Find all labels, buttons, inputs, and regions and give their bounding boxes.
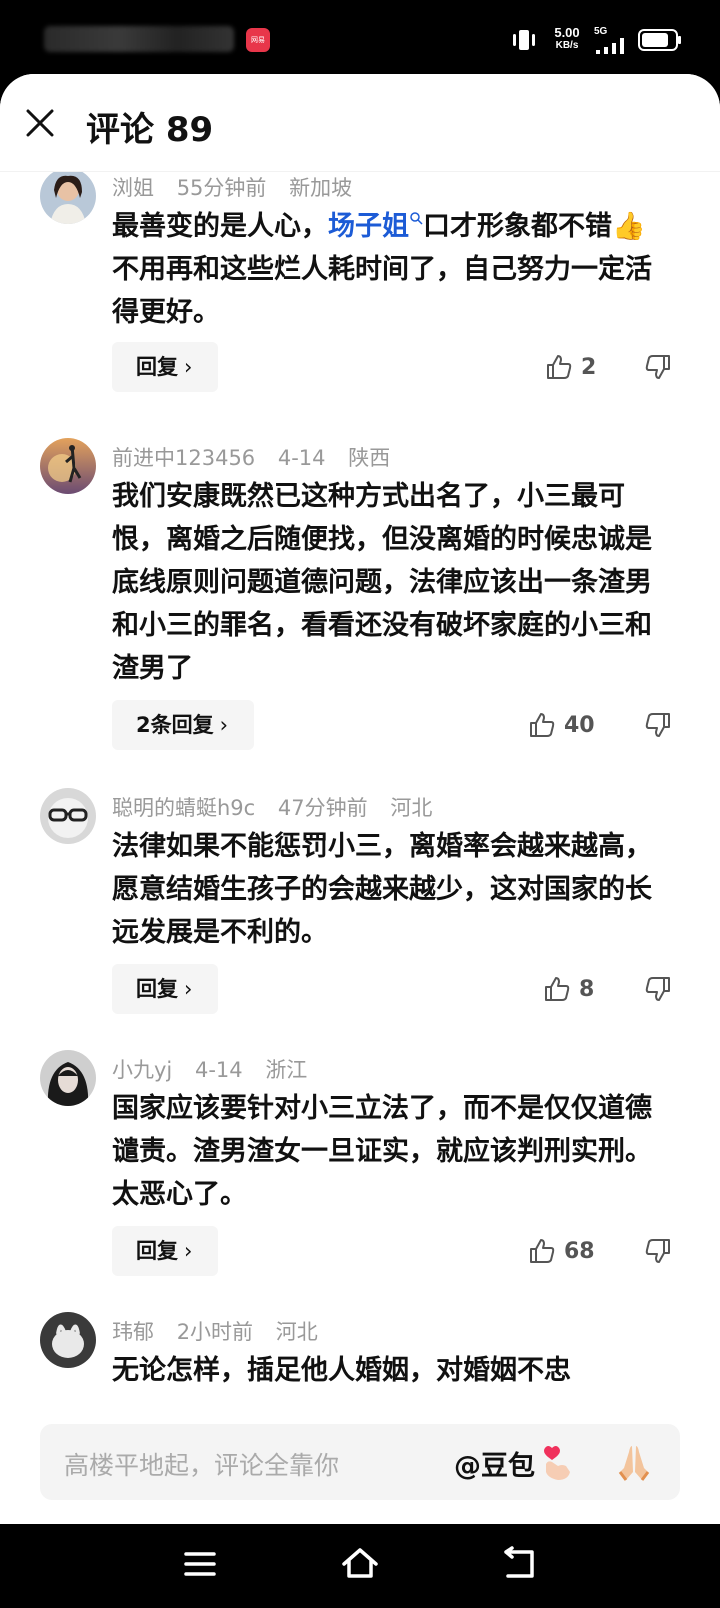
comment-username[interactable]: 聪明的蜻蜓h9c [112,796,255,820]
system-nav-bar [0,1524,720,1608]
network-type: 5G [594,26,608,37]
comment-meta: 前进中123456 4-14 陕西 [112,442,406,472]
avatar[interactable] [40,788,96,844]
comment-time: 4-14 [194,1058,243,1082]
status-bar: 网易 5.00 KB/s 5G [0,0,720,80]
chevron-right-icon: › [184,355,193,379]
thumbs-up-icon [545,977,570,1001]
comment-time: 55分钟前 [176,176,267,200]
like-button[interactable]: 40 [528,705,595,745]
like-count: 40 [564,712,595,738]
like-button[interactable]: 8 [543,969,594,1009]
chevron-right-icon: › [184,1239,193,1263]
avatar[interactable] [40,438,96,494]
comment-username[interactable]: 前进中123456 [112,446,255,470]
like-count: 8 [579,976,595,1002]
thumbs-down-icon[interactable] [644,353,672,381]
home-icon[interactable] [340,1546,380,1582]
blurred-notification-icons [44,26,234,52]
like-button[interactable]: 2 [545,347,596,387]
page-title: 评论 89 [86,110,214,150]
thumbs-down-icon[interactable] [644,975,672,1003]
comment-location: 河北 [275,1320,318,1344]
comment-location: 陕西 [348,446,391,470]
reply-button[interactable]: 回复 › [112,342,219,392]
network-speed: 5.00 KB/s [554,25,580,51]
comment-list: 浏姐 55分钟前 新加坡 最善变的是人心，场子姐 口才形象都不错👍不用再和这些烂人… [0,168,720,1436]
comment-location: 新加坡 [289,176,353,200]
heart-hand-emoji-icon[interactable] [538,1442,578,1482]
battery-icon [638,29,681,51]
comment-text: 我们安康既然已这种方式出名了，小三最可恨，离婚之后随便找，但没离婚的时候忠诚是底… [112,481,652,684]
comment-item: 聪明的蜻蜓h9c 47分钟前 河北 法律如果不能惩罚小三，离婚率会越来越高，愿意… [0,788,720,1054]
comments-sheet: 评论 89 浏姐 55分钟前 新加坡 最善变的是人心，场子姐 口才形象都不错👍不用… [0,74,720,1524]
comment-input[interactable]: 高楼平地起，评论全靠你 [64,1446,339,1482]
like-count: 68 [564,1238,595,1264]
comment-item: 小九yj 4-14 浙江 国家应该要针对小三立法了，而不是仅仅道德谴责。渣男渣女… [0,1050,720,1316]
comment-item: 前进中123456 4-14 陕西 我们安康既然已这种方式出名了，小三最可恨，离… [0,438,720,792]
chevron-right-icon: › [219,713,229,737]
thumbs-down-icon[interactable] [644,711,672,739]
comment-time: 4-14 [277,446,326,470]
close-icon[interactable] [24,107,56,139]
comment-text: 最善变的是人心，场子姐 口才形象都不错👍不用再和这些烂人耗时间了，自己努力一定活得… [112,211,652,328]
comment-item: 浏姐 55分钟前 新加坡 最善变的是人心，场子姐 口才形象都不错👍不用再和这些烂人… [0,168,720,422]
like-button[interactable]: 68 [528,1231,595,1271]
comment-username[interactable]: 小九yj [112,1058,172,1082]
thumbs-up-icon [530,713,555,737]
comment-meta: 小九yj 4-14 浙江 [112,1054,323,1084]
comments-header: 评论 89 [0,74,720,172]
avatar[interactable] [40,1050,96,1106]
comment-input-bar[interactable]: 高楼平地起，评论全靠你 @豆包 [40,1424,680,1500]
like-count: 2 [581,354,597,380]
comment-time: 47分钟前 [277,796,368,820]
comment-time: 2小时前 [176,1320,254,1344]
app-notification-badge: 网易 [246,28,270,52]
comment-text: 国家应该要针对小三立法了，而不是仅仅道德谴责。渣男渣女一旦证实，就应该判刑实刑。… [112,1093,652,1210]
mention-doubao-button[interactable]: @豆包 [454,1444,535,1483]
comment-text: 法律如果不能惩罚小三，离婚率会越来越高，愿意结婚生孩子的会越来越少，这对国家的长… [112,831,652,948]
pray-emoji-icon[interactable] [614,1442,654,1482]
search-icon [410,212,423,225]
thumbs-down-icon[interactable] [644,1237,672,1265]
avatar[interactable] [40,1312,96,1368]
thumbs-up-icon [547,355,572,379]
mention-link[interactable]: 场子姐 [328,211,409,242]
reply-button[interactable]: 回复 › [112,964,219,1014]
comment-username[interactable]: 浏姐 [112,176,154,200]
comment-meta: 聪明的蜻蜓h9c 47分钟前 河北 [112,792,448,822]
reply-button[interactable]: 2条回复 › [112,700,255,750]
vibrate-icon [513,30,535,50]
comment-location: 河北 [390,796,433,820]
comment-text: 无论怎样，插足他人婚姻，对婚姻不忠 [112,1355,571,1386]
reply-button[interactable]: 回复 › [112,1226,219,1276]
comment-username[interactable]: 玮郁 [112,1320,154,1344]
signal-icon [596,38,624,54]
avatar[interactable] [40,168,96,224]
comment-location: 浙江 [265,1058,308,1082]
comment-meta: 浏姐 55分钟前 新加坡 [112,172,368,202]
back-icon[interactable] [502,1546,538,1582]
comment-meta: 玮郁 2小时前 河北 [112,1316,334,1346]
menu-icon[interactable] [184,1548,216,1580]
chevron-right-icon: › [184,977,193,1001]
thumbs-up-icon [530,1239,555,1263]
